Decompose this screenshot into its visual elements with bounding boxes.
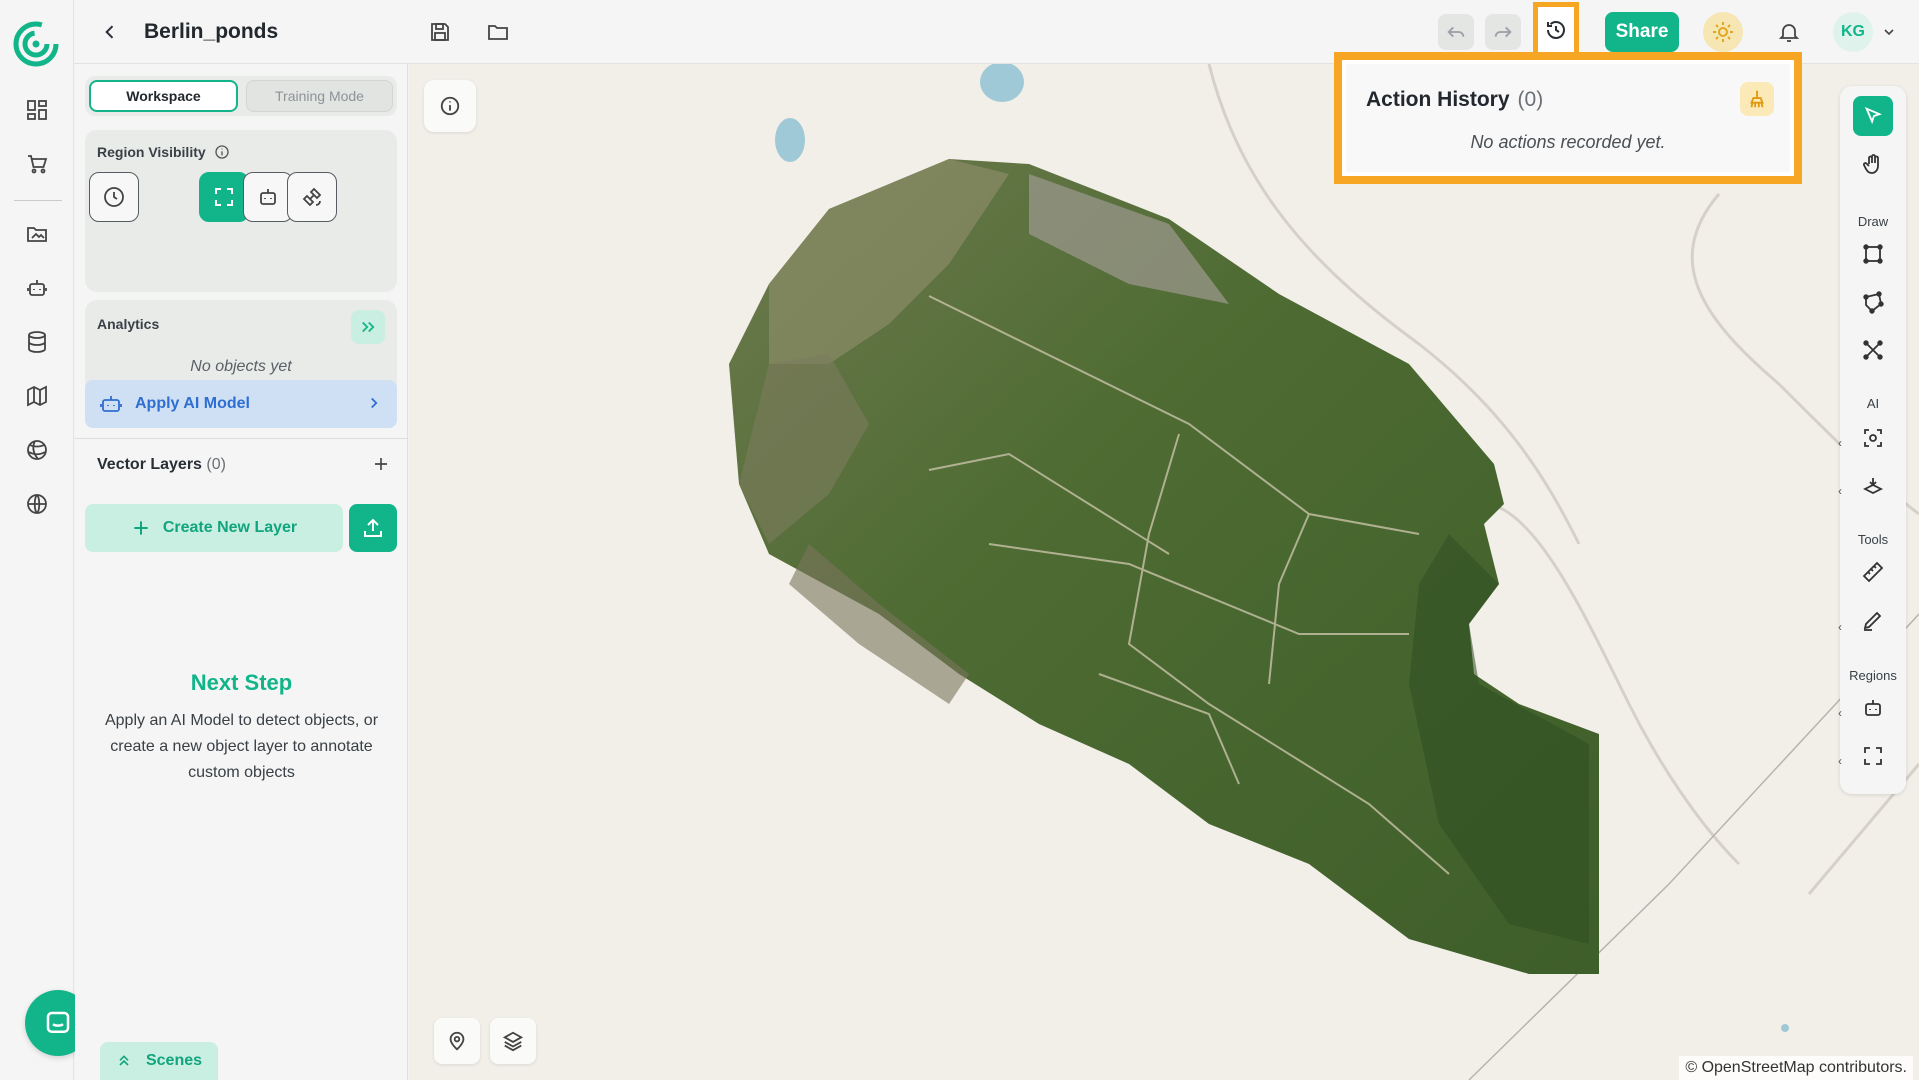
vector-layers-heading: Vector Layers (0)	[97, 456, 226, 474]
analytics-empty: No objects yet	[190, 358, 292, 375]
scenes-label: Scenes	[145, 1052, 203, 1069]
cart-icon[interactable]	[21, 148, 53, 180]
plus-icon	[134, 521, 148, 535]
location-pin-icon[interactable]	[434, 1018, 480, 1064]
theme-toggle-sun-icon[interactable]	[1703, 12, 1743, 52]
app-logo[interactable]	[12, 20, 60, 68]
app-rail	[0, 0, 91, 1080]
next-step-title: Next Step	[190, 670, 293, 695]
globe-icon[interactable]	[21, 488, 53, 520]
action-history-count: (0)	[1517, 88, 1544, 111]
map-attribution: © OpenStreetMap contributors.	[1679, 1056, 1913, 1080]
undo-icon[interactable]	[1438, 14, 1474, 50]
back-icon[interactable]	[94, 16, 126, 48]
action-history-body: Action History (0) No actions recorded ye…	[1346, 64, 1790, 172]
chevron-right-icon	[371, 397, 378, 409]
mode-tabs: Workspace Training Mode	[85, 76, 397, 116]
ai-detect-icon[interactable]	[1853, 418, 1893, 458]
tools-section-label: Tools	[1857, 532, 1889, 547]
robot-region-button[interactable]	[243, 172, 293, 222]
draw-polygon-icon[interactable]	[1853, 282, 1893, 322]
region-visibility-title: Region Visibility	[97, 144, 206, 160]
robot-icon[interactable]	[21, 272, 53, 304]
upload-layer-button[interactable]	[349, 504, 397, 552]
folder-image-icon[interactable]	[21, 218, 53, 250]
robot-icon	[100, 396, 122, 412]
pond-1	[980, 64, 1024, 102]
vector-layers-count: (0)	[206, 456, 226, 473]
history-icon[interactable]	[1533, 2, 1579, 58]
map-icon[interactable]	[21, 380, 53, 412]
action-history-popover: Action History (0) No actions recorded ye…	[1334, 52, 1802, 184]
chevrons-up-icon	[119, 1055, 129, 1066]
upload-icon	[364, 518, 382, 537]
create-layer-label: Create New Layer	[162, 519, 298, 536]
add-layer-icon[interactable]	[365, 448, 397, 480]
redo-icon[interactable]	[1485, 14, 1521, 50]
chevron-left-icon: ‹	[1838, 436, 1842, 450]
region-visibility-heading: Region Visibility	[97, 144, 230, 160]
workspace-panel: Workspace Training Mode Region Visibilit…	[75, 64, 408, 1080]
project-title: Berlin_ponds	[144, 20, 279, 43]
draw-rectangle-icon[interactable]	[1853, 234, 1893, 274]
pan-hand-icon[interactable]	[1853, 144, 1893, 184]
focus-region-button[interactable]	[199, 172, 249, 222]
draw-section-label: Draw	[1857, 214, 1889, 229]
ai-segment-icon[interactable]	[1853, 466, 1893, 506]
analytics-title: Analytics	[97, 316, 160, 332]
region-focus-icon[interactable]	[1853, 736, 1893, 776]
info-icon[interactable]	[214, 144, 230, 160]
action-history-heading: Action History (0)	[1366, 88, 1543, 112]
satellite-region-button[interactable]	[287, 172, 337, 222]
select-pointer-icon[interactable]	[1853, 96, 1893, 136]
share-button[interactable]: Share	[1605, 12, 1679, 52]
tab-training-mode[interactable]: Training Mode	[246, 80, 393, 112]
draw-multipoint-icon[interactable]	[1853, 330, 1893, 370]
chevron-left-icon: ‹	[1838, 620, 1842, 634]
notifications-bell-icon[interactable]	[1769, 12, 1809, 52]
basemap	[729, 64, 1919, 1080]
region-robot-icon[interactable]	[1853, 688, 1893, 728]
avatar: KG	[1833, 12, 1873, 52]
globe-grid-icon[interactable]	[21, 434, 53, 466]
action-history-empty: No actions recorded yet.	[1470, 132, 1666, 152]
apply-ai-label: Apply AI Model	[135, 395, 250, 412]
apply-ai-model-button[interactable]: Apply AI Model	[85, 380, 397, 428]
vector-layers-title: Vector Layers	[97, 456, 202, 473]
clock-region-button[interactable]	[89, 172, 139, 222]
create-new-layer-button[interactable]: Create New Layer	[85, 504, 343, 552]
chevron-left-icon: ‹	[1838, 706, 1842, 720]
panel-divider	[75, 438, 408, 439]
broom-clear-icon[interactable]	[1740, 82, 1774, 116]
rail-divider	[14, 200, 62, 201]
user-menu[interactable]: KG	[1833, 12, 1907, 52]
next-step-description: Apply an AI Model to detect objects, or …	[104, 712, 379, 781]
ruler-icon[interactable]	[1853, 552, 1893, 592]
action-history-title: Action History	[1366, 88, 1510, 111]
region-visibility-card: Region Visibility	[85, 130, 397, 292]
map-tools-strip: Draw AI ‹ ‹ Tools ‹ Regions ‹ ‹	[1838, 86, 1906, 794]
map-info-icon[interactable]	[424, 80, 476, 132]
pond-2	[775, 118, 805, 162]
folder-icon[interactable]	[480, 14, 516, 50]
chevron-down-icon	[1884, 29, 1894, 36]
regions-section-label: Regions	[1849, 668, 1897, 683]
expand-analytics-icon[interactable]	[351, 310, 385, 344]
layers-icon[interactable]	[490, 1018, 536, 1064]
pen-annotate-icon[interactable]	[1853, 600, 1893, 640]
database-icon[interactable]	[21, 326, 53, 358]
ai-section-label: AI	[1866, 396, 1880, 411]
dashboard-icon[interactable]	[21, 94, 53, 126]
tab-workspace[interactable]: Workspace	[89, 80, 238, 112]
scenes-toggle[interactable]: Scenes	[100, 1042, 218, 1080]
chevron-left-icon: ‹	[1838, 484, 1842, 498]
chevron-left-icon: ‹	[1838, 754, 1842, 768]
map-canvas[interactable]: © OpenStreetMap contributors.	[409, 64, 1919, 1080]
save-icon[interactable]	[422, 14, 458, 50]
